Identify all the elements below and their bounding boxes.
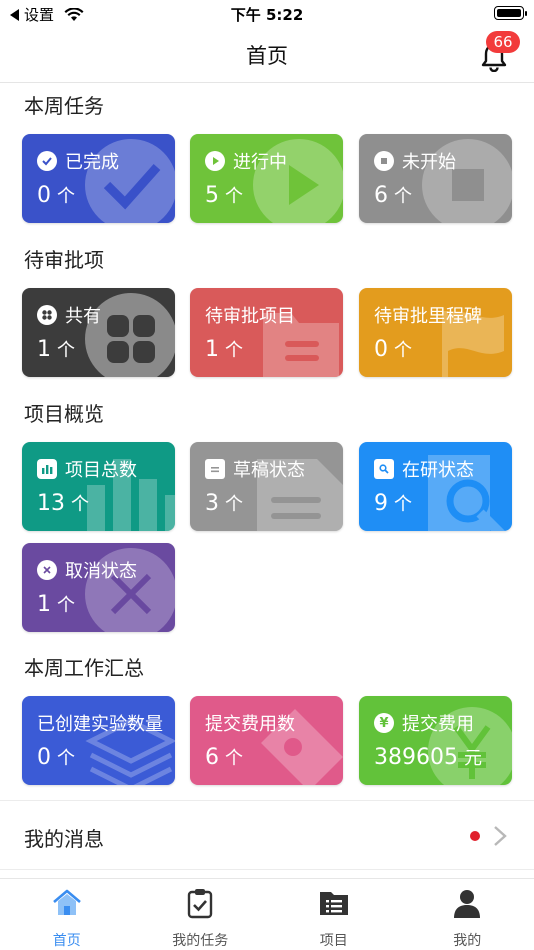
- card-value: 1个: [37, 337, 75, 362]
- card-expense-amount[interactable]: ¥ 提交费用 389605 元: [359, 696, 512, 785]
- unread-dot: [470, 831, 480, 841]
- card-label: 未开始: [402, 152, 456, 173]
- card-label: 待审批里程碑: [374, 306, 482, 327]
- card-expense-count[interactable]: 提交费用数 6个: [190, 696, 343, 785]
- card-value: 6个: [205, 745, 243, 770]
- card-not-started[interactable]: 未开始 6个: [359, 134, 512, 223]
- tab-label: 首页: [52, 933, 81, 949]
- my-messages-row[interactable]: 我的消息: [0, 800, 534, 870]
- person-icon: [454, 890, 481, 918]
- card-label: 项目总数: [65, 460, 137, 481]
- section-title-pending-approval: 待审批项: [24, 248, 104, 272]
- page-title: 首页: [246, 44, 288, 68]
- card-value: 0个: [37, 183, 75, 208]
- tab-my-tasks[interactable]: 我的任务: [134, 879, 268, 950]
- card-label: 提交费用数: [205, 714, 295, 735]
- document-icon: [205, 459, 225, 479]
- card-total-projects[interactable]: 项目总数 13 个: [22, 442, 175, 531]
- card-value: 1个: [37, 592, 75, 617]
- card-in-progress[interactable]: 进行中 5个: [190, 134, 343, 223]
- battery-icon: [494, 6, 527, 20]
- section-title-weekly-tasks: 本周任务: [24, 94, 104, 118]
- card-label: 草稿状态: [233, 460, 305, 481]
- status-bar: 设置 下午 5:22: [0, 0, 534, 28]
- check-circle-icon: [37, 151, 57, 171]
- card-label: 在研状态: [402, 460, 474, 481]
- card-research-status[interactable]: 在研状态 9个: [359, 442, 512, 531]
- tab-bar: 首页 我的任务 项目 我的: [0, 878, 534, 950]
- card-pending-projects[interactable]: 待审批项目 1个: [190, 288, 343, 377]
- section-title-project-overview: 项目概览: [24, 402, 104, 426]
- notification-badge: 66: [486, 31, 520, 53]
- nav-bar: 首页 66: [0, 28, 534, 83]
- stop-circle-icon: [374, 151, 394, 171]
- section-title-weekly-summary: 本周工作汇总: [24, 656, 144, 680]
- card-total-pending[interactable]: 共有 1个: [22, 288, 175, 377]
- card-label: 已创建实验数量: [37, 714, 163, 735]
- card-experiments-created[interactable]: 已创建实验数量 0个: [22, 696, 175, 785]
- card-label: 进行中: [233, 152, 287, 173]
- card-label: 共有: [65, 306, 101, 327]
- card-label: 取消状态: [65, 561, 137, 582]
- tab-me[interactable]: 我的: [401, 879, 534, 950]
- card-value: 389605 元: [374, 745, 482, 770]
- card-value: 13 个: [37, 491, 89, 516]
- card-label: 提交费用: [402, 714, 474, 735]
- tab-label: 我的任务: [172, 933, 229, 949]
- card-value: 9个: [374, 491, 412, 516]
- chevron-right-icon: [494, 826, 507, 846]
- card-value: 0个: [374, 337, 412, 362]
- home-content[interactable]: 本周任务 已完成 0个 进行中 5个 未开始 6个 待审批项 共有 1 个 待审…: [0, 84, 534, 874]
- card-value: 0个: [37, 745, 75, 770]
- card-label: 待审批项目: [205, 306, 295, 327]
- card-completed[interactable]: 已完成 0个: [22, 134, 175, 223]
- status-time: 下午 5:22: [230, 6, 304, 24]
- clipboard-check-icon: [188, 889, 213, 919]
- card-value: 3个: [205, 491, 243, 516]
- card-label: 已完成: [65, 152, 119, 173]
- card-value: 5个: [205, 183, 243, 208]
- card-value: 1个: [205, 337, 243, 362]
- tab-home[interactable]: 首页: [0, 879, 134, 950]
- card-draft-status[interactable]: 草稿状态 3个: [190, 442, 343, 531]
- card-pending-milestones[interactable]: 待审批里程碑 0个: [359, 288, 512, 377]
- my-messages-label: 我的消息: [24, 827, 104, 851]
- card-value: 6个: [374, 183, 412, 208]
- tab-label: 我的: [453, 933, 482, 949]
- yen-icon: ¥: [374, 713, 394, 733]
- tab-label: 项目: [319, 933, 348, 949]
- home-icon: [52, 889, 81, 915]
- bar-chart-icon: [37, 459, 57, 479]
- play-circle-icon: [205, 151, 225, 171]
- cancel-circle-icon: [37, 560, 57, 580]
- project-list-icon: [319, 892, 348, 915]
- message-list-item-peek: [0, 872, 534, 874]
- card-cancelled-status[interactable]: 取消状态 1个: [22, 543, 175, 632]
- tab-projects[interactable]: 项目: [267, 879, 401, 950]
- search-document-icon: [374, 459, 394, 479]
- grid-icon: [37, 305, 57, 325]
